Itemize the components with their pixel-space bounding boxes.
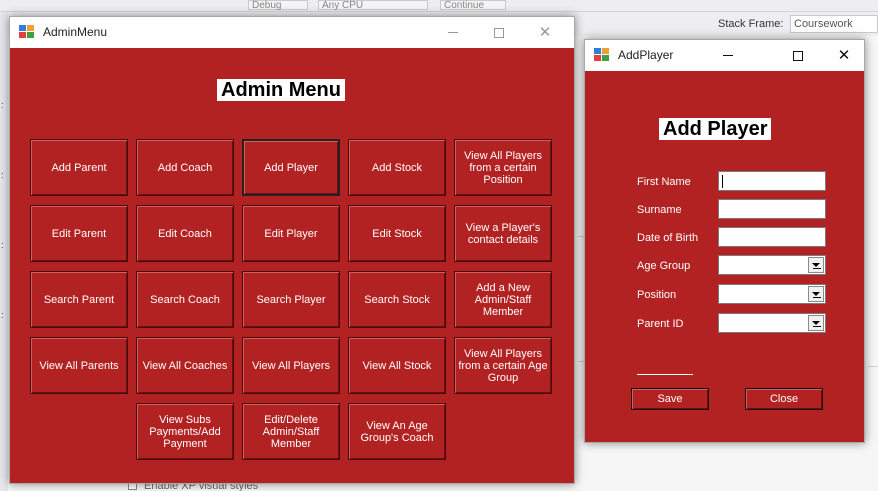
search-coach-button[interactable]: Search Coach — [136, 271, 234, 328]
maximize-button[interactable] — [775, 40, 821, 71]
view-player-contact-button[interactable]: View a Player's contact details — [454, 205, 552, 262]
minimize-button[interactable] — [430, 17, 476, 48]
edit-delete-admin-button[interactable]: Edit/Delete Admin/Staff Member — [242, 403, 340, 460]
minimize-icon — [448, 32, 458, 33]
add-player-titlebar[interactable]: AddPlayer ✕ — [585, 40, 864, 71]
page-title: Admin Menu — [217, 79, 345, 101]
maximize-icon — [793, 50, 803, 61]
margin-glyph: : — [1, 310, 4, 320]
edit-parent-button[interactable]: Edit Parent — [30, 205, 128, 262]
margin-glyph: : — [1, 100, 4, 110]
add-player-button[interactable]: Add Player — [242, 139, 340, 196]
text-caret — [722, 175, 723, 188]
search-stock-button[interactable]: Search Stock — [348, 271, 446, 328]
page-title: Add Player — [659, 118, 772, 140]
add-stock-button[interactable]: Add Stock — [348, 139, 446, 196]
minimize-icon — [723, 55, 733, 56]
close-icon: ✕ — [538, 24, 552, 41]
edit-player-button[interactable]: Edit Player — [242, 205, 340, 262]
add-player-window: AddPlayer ✕ Add Player First Name Surnam… — [584, 39, 865, 443]
admin-menu-titlebar[interactable]: AdminMenu ✕ — [10, 17, 574, 48]
close-form-button[interactable]: Close — [745, 388, 823, 410]
view-all-players-button[interactable]: View All Players — [242, 337, 340, 394]
admin-menu-window: AdminMenu ✕ Admin Menu Add Parent Add Co… — [9, 16, 575, 484]
view-players-by-position-button[interactable]: View All Players from a certain Position — [454, 139, 552, 196]
chevron-down-icon[interactable] — [808, 286, 824, 302]
view-players-by-age-group-button[interactable]: View All Players from a certain Age Grou… — [454, 337, 552, 394]
chevron-down-icon[interactable] — [808, 257, 824, 273]
first-name-label: First Name — [637, 176, 691, 188]
parent-id-label: Parent ID — [637, 318, 684, 330]
dob-label: Date of Birth — [637, 232, 699, 244]
age-group-coach-button[interactable]: View An Age Group's Coach — [348, 403, 446, 460]
app-icon — [594, 48, 610, 62]
window-title: AddPlayer — [618, 48, 674, 62]
divider — [637, 374, 693, 375]
view-all-parents-button[interactable]: View All Parents — [30, 337, 128, 394]
maximize-icon — [494, 27, 504, 38]
add-parent-button[interactable]: Add Parent — [30, 139, 128, 196]
stack-frame-combo[interactable]: Coursework — [790, 15, 878, 33]
close-button[interactable]: ✕ — [821, 40, 867, 71]
search-parent-button[interactable]: Search Parent — [30, 271, 128, 328]
stack-frame-label: Stack Frame: — [718, 18, 784, 30]
add-coach-button[interactable]: Add Coach — [136, 139, 234, 196]
search-player-button[interactable]: Search Player — [242, 271, 340, 328]
app-icon — [19, 25, 35, 39]
margin-glyph: : — [1, 240, 4, 250]
edit-coach-button[interactable]: Edit Coach — [136, 205, 234, 262]
ide-continue-button[interactable]: Continue — [440, 0, 506, 11]
ide-config-combo[interactable]: Debug — [248, 0, 308, 11]
editor-line — [868, 366, 878, 367]
ide-platform-combo[interactable]: Any CPU — [318, 0, 428, 11]
save-button[interactable]: Save — [631, 388, 709, 410]
subs-payments-button[interactable]: View Subs Payments/Add Payment — [136, 403, 234, 460]
age-group-select[interactable] — [718, 255, 826, 275]
add-admin-staff-button[interactable]: Add a New Admin/Staff Member — [454, 271, 552, 328]
dob-field[interactable] — [718, 227, 826, 247]
close-icon: ✕ — [837, 47, 851, 64]
first-name-field[interactable] — [718, 171, 826, 191]
edit-stock-button[interactable]: Edit Stock — [348, 205, 446, 262]
chevron-down-icon[interactable] — [808, 315, 824, 331]
view-all-coaches-button[interactable]: View All Coaches — [136, 337, 234, 394]
margin-glyph: : — [1, 170, 4, 180]
window-title: AdminMenu — [43, 25, 108, 39]
position-label: Position — [637, 289, 677, 301]
minimize-button[interactable] — [705, 40, 751, 71]
maximize-button[interactable] — [476, 17, 522, 48]
surname-field[interactable] — [718, 199, 826, 219]
view-all-stock-button[interactable]: View All Stock — [348, 337, 446, 394]
parent-id-select[interactable] — [718, 313, 826, 333]
ide-left-margin: : : : : — [0, 12, 8, 491]
ide-toolbar: Debug Any CPU Continue — [0, 0, 878, 12]
close-button[interactable]: ✕ — [522, 17, 568, 48]
surname-label: Surname — [637, 204, 682, 216]
age-group-label: Age Group — [637, 260, 691, 272]
position-select[interactable] — [718, 284, 826, 304]
